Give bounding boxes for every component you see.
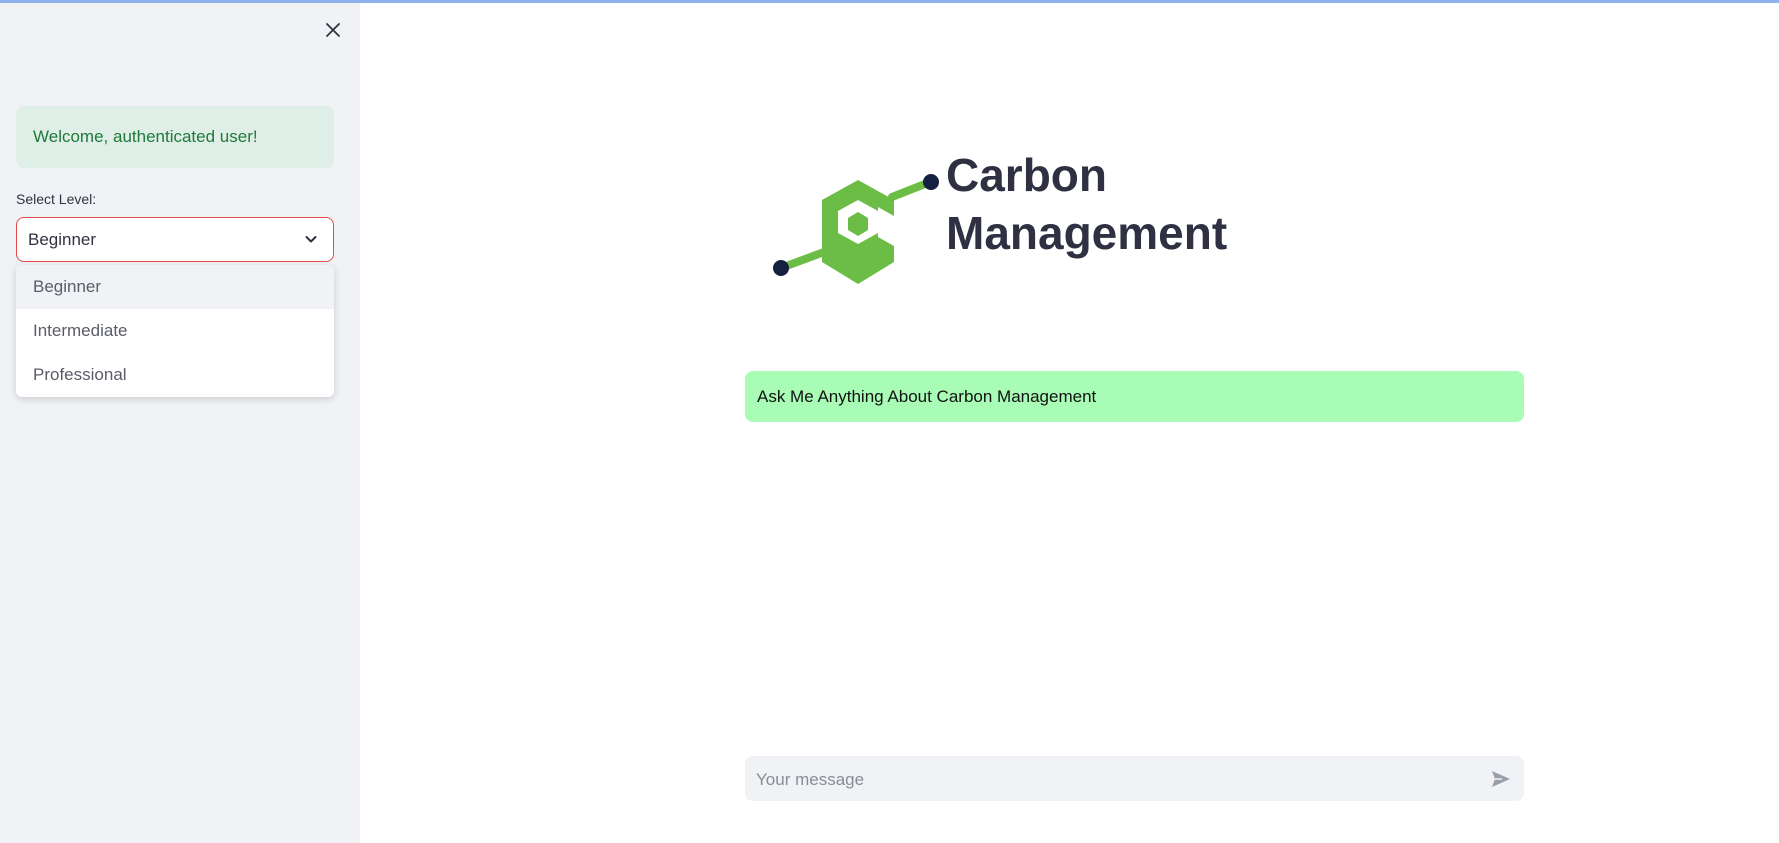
level-option-intermediate[interactable]: Intermediate [16,309,334,353]
level-option-beginner[interactable]: Beginner [16,265,334,309]
level-option-professional[interactable]: Professional [16,353,334,397]
send-icon [1492,771,1510,787]
chat-input-container [745,756,1524,803]
chat-message-input[interactable] [745,756,1478,803]
send-button[interactable] [1490,768,1512,790]
close-icon [326,23,340,37]
logo-icon [773,174,939,284]
chevron-down-icon [305,236,317,243]
title-line-2: Management [946,207,1228,259]
intro-banner: Ask Me Anything About Carbon Management [745,371,1524,422]
title-line-1: Carbon [946,149,1107,201]
select-level-label: Select Level: [16,191,97,207]
sidebar: Welcome, authenticated user! Select Leve… [0,3,360,843]
level-select-value: Beginner [28,230,97,249]
close-sidebar-button[interactable] [321,18,345,42]
level-dropdown-menu: Beginner Intermediate Professional [16,265,334,397]
level-select[interactable]: Beginner [16,217,334,262]
page-title: Carbon Management [946,146,1227,262]
welcome-message: Welcome, authenticated user! [16,106,334,168]
